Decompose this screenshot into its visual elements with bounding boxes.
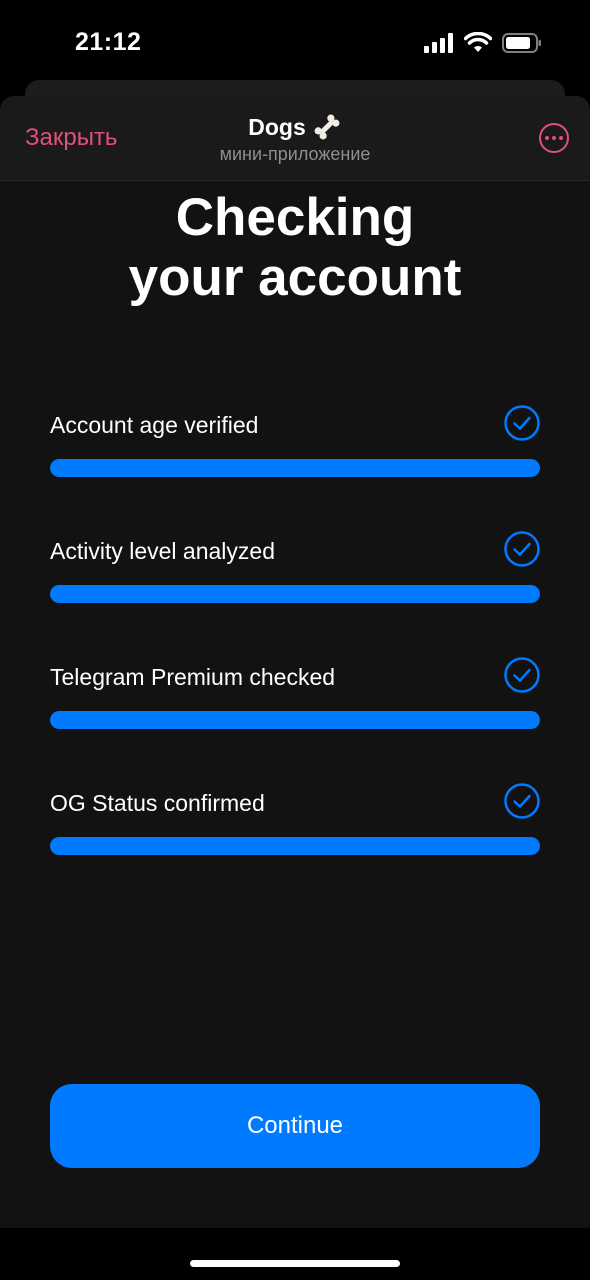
more-icon-dot — [552, 136, 556, 140]
more-icon-dot — [545, 136, 549, 140]
more-icon-dot — [559, 136, 563, 140]
wifi-icon — [464, 32, 492, 52]
home-indicator[interactable] — [190, 1260, 400, 1267]
mini-app-header: Закрыть Dogs мини-приложение — [0, 96, 590, 181]
progress-fill — [50, 585, 540, 603]
progress-fill — [50, 837, 540, 855]
mini-app-sheet: Закрыть Dogs мини-приложение Checking yo… — [0, 96, 590, 1280]
page-title-line-1: Checking — [175, 188, 415, 247]
check-circle-icon — [504, 405, 540, 441]
check-label: Account age verified — [50, 412, 259, 438]
header-title-row: Dogs — [248, 112, 342, 142]
signal-icon — [424, 32, 453, 53]
status-time: 21:12 — [75, 28, 142, 56]
check-item: Account age verified — [50, 400, 540, 526]
more-button[interactable] — [539, 123, 569, 153]
bone-icon — [314, 114, 340, 140]
continue-button[interactable]: Continue — [50, 1084, 540, 1168]
status-bar: 21:12 — [0, 0, 590, 80]
status-icons — [424, 32, 542, 53]
progress-bar — [50, 585, 540, 603]
header-title-block: Dogs мини-приложение — [0, 112, 590, 165]
page-title-line-2: your account — [128, 248, 462, 307]
battery-icon — [502, 32, 541, 53]
check-label: Activity level analyzed — [50, 538, 275, 564]
page-title: Checking your account — [0, 188, 590, 308]
progress-bar — [50, 459, 540, 477]
progress-fill — [50, 459, 540, 477]
check-label: OG Status confirmed — [50, 790, 265, 816]
progress-fill — [50, 711, 540, 729]
screen: 21:12 Закрыть Dogs мини-приложение Check… — [0, 0, 590, 1280]
app-title: Dogs — [248, 113, 306, 140]
progress-bar — [50, 837, 540, 855]
bottom-bar — [0, 1228, 590, 1280]
app-subtitle: мини-приложение — [219, 144, 371, 164]
check-item: Telegram Premium checked — [50, 652, 540, 778]
check-circle-icon — [504, 531, 540, 567]
check-circle-icon — [504, 783, 540, 819]
check-label: Telegram Premium checked — [50, 664, 336, 690]
check-item: OG Status confirmed — [50, 778, 540, 904]
check-circle-icon — [504, 657, 540, 693]
progress-bar — [50, 711, 540, 729]
check-list: Account age verified Activity level anal… — [50, 400, 540, 904]
check-item: Activity level analyzed — [50, 526, 540, 652]
